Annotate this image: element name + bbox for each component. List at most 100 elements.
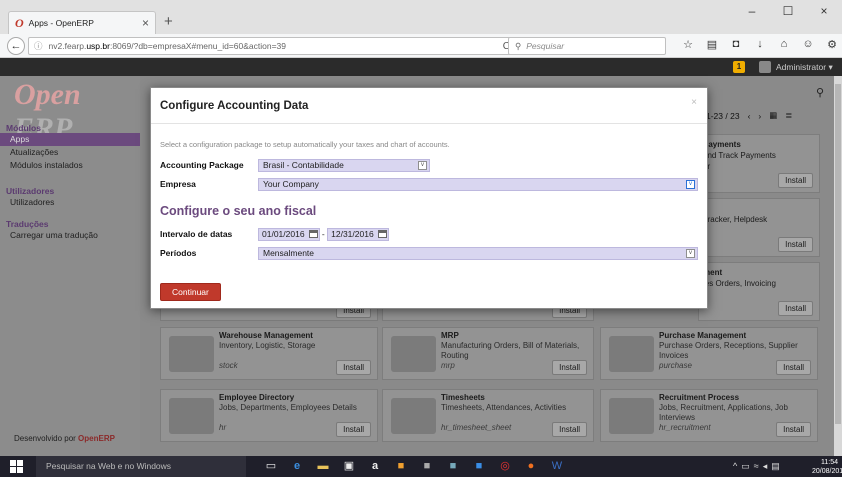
app-card-warehouse[interactable]: Warehouse Management Inventory, Logistic…: [160, 327, 378, 380]
app-card-tech-name: mrp: [441, 361, 455, 370]
openerp-link[interactable]: OpenERP: [78, 434, 115, 443]
app-icon[interactable]: ■: [414, 458, 440, 475]
calendar-icon[interactable]: [308, 230, 318, 238]
app-card-sales: ment les Orders, Invoicing Install: [698, 262, 820, 321]
battery-icon[interactable]: ▭: [741, 461, 754, 471]
configure-accounting-dialog: Configure Accounting Data × Select a con…: [150, 87, 708, 309]
sidebar-item-carregar-traducao[interactable]: Carregar uma tradução: [0, 229, 140, 242]
taskbar-search[interactable]: Pesquisar na Web e no Windows: [36, 456, 246, 477]
scrollbar-thumb[interactable]: [835, 84, 841, 424]
page-scrollbar[interactable]: [834, 76, 842, 456]
install-button[interactable]: Install: [336, 360, 371, 375]
empresa-select[interactable]: Your Company v: [258, 178, 698, 191]
kanban-view-icon[interactable]: ▦: [769, 110, 777, 121]
notifications-icon[interactable]: ▤: [771, 461, 784, 471]
continue-button[interactable]: Continuar: [160, 283, 221, 301]
site-info-icon[interactable]: ⓘ: [34, 40, 43, 52]
address-bar[interactable]: ⓘ nv2.fearp. usp.br:8069/?db=empresaX#men…: [28, 37, 516, 55]
tray-chevron-icon[interactable]: ^: [733, 461, 741, 471]
install-button[interactable]: Install: [778, 237, 813, 252]
dialog-close-icon[interactable]: ×: [691, 97, 697, 108]
app-card-tech-name: purchase: [659, 361, 692, 370]
back-button[interactable]: ←: [7, 37, 25, 55]
edge-icon[interactable]: e: [284, 458, 310, 475]
file-explorer-icon[interactable]: ▬: [310, 458, 336, 475]
app-card-recruitment[interactable]: Recruitment Process Jobs, Recruitment, A…: [600, 389, 818, 442]
amazon-icon[interactable]: a: [362, 458, 388, 475]
install-button[interactable]: Install: [552, 360, 587, 375]
notification-badge[interactable]: 1: [733, 61, 745, 73]
tab-close-icon[interactable]: ×: [142, 16, 149, 30]
taskbar-apps: ▭ e ▬ ▣ a ■ ■ ■ ■ ◎ ● W: [258, 458, 570, 475]
pocket-icon[interactable]: ◘: [724, 38, 748, 51]
app-card-desc: Jobs, Recruitment, Applications, Job Int…: [659, 403, 788, 422]
task-view-icon[interactable]: ▭: [258, 458, 284, 475]
bookmark-star-icon[interactable]: ☆: [676, 38, 700, 51]
sidebar-item-utilizadores[interactable]: Utilizadores: [0, 196, 140, 209]
app-card-timesheets[interactable]: Timesheets Timesheets, Attendances, Acti…: [382, 389, 594, 442]
word-icon[interactable]: W: [544, 458, 570, 475]
app-icon[interactable]: ■: [388, 458, 414, 475]
warehouse-crate-icon: [169, 336, 214, 372]
install-button[interactable]: Install: [776, 422, 811, 437]
empresa-row: Empresa Your Company v: [160, 178, 700, 192]
install-button[interactable]: Install: [336, 422, 371, 437]
pencil-paper-icon: [391, 398, 436, 434]
app-card-purchase[interactable]: Purchase Management Purchase Orders, Rec…: [600, 327, 818, 380]
firefox-icon[interactable]: ●: [518, 458, 544, 475]
volume-icon[interactable]: ◂: [763, 461, 772, 471]
drill-icon: [391, 336, 436, 372]
app-card-employees[interactable]: Employee Directory Jobs, Departments, Em…: [160, 389, 378, 442]
sidebar-item-modulos-instalados[interactable]: Módulos instalados: [0, 159, 140, 172]
search-icon[interactable]: ⚲: [816, 86, 824, 99]
periods-row: Períodos Mensalmente v: [160, 247, 700, 261]
wifi-icon[interactable]: ≈: [754, 461, 763, 471]
home-icon[interactable]: ⌂: [772, 38, 796, 51]
url-prefix: nv2.fearp.: [48, 41, 87, 51]
windows-start-icon[interactable]: [10, 460, 23, 473]
download-icon[interactable]: ↓: [748, 38, 772, 51]
reading-list-icon[interactable]: ▤: [700, 38, 724, 51]
date-to-input[interactable]: 12/31/2016: [327, 228, 389, 241]
pager-next-icon[interactable]: ›: [758, 111, 761, 121]
shopping-basket-icon: [609, 336, 654, 372]
date-from-input[interactable]: 01/01/2016: [258, 228, 320, 241]
install-button[interactable]: Install: [778, 301, 813, 316]
app-card-mrp[interactable]: MRP Manufacturing Orders, Bill of Materi…: [382, 327, 594, 380]
app-card-tech-name: hr_recruitment: [659, 423, 711, 432]
url-rest: :8069/?db=empresaX#menu_id=60&action=39: [109, 41, 286, 51]
window-close-icon[interactable]: ×: [806, 4, 842, 18]
accounting-package-select[interactable]: Brasil - Contabilidade v: [258, 159, 430, 172]
opera-icon[interactable]: ◎: [492, 458, 518, 475]
app-icon[interactable]: ■: [466, 458, 492, 475]
store-icon[interactable]: ▣: [336, 458, 362, 475]
new-tab-button[interactable]: +: [164, 13, 173, 30]
taskbar-clock[interactable]: 11:54 20/08/2016: [812, 458, 842, 476]
user-menu[interactable]: Administrator ▾: [776, 62, 833, 73]
app-icon[interactable]: ■: [440, 458, 466, 475]
app-card-desc: Inventory, Logistic, Storage: [219, 341, 316, 350]
user-avatar[interactable]: [759, 61, 771, 73]
app-card-title: Timesheets: [441, 393, 485, 402]
install-button[interactable]: Install: [552, 422, 587, 437]
install-button[interactable]: Install: [776, 360, 811, 375]
sidebar-heading: Módulos: [6, 123, 41, 133]
emoji-icon[interactable]: ☺: [796, 38, 820, 51]
browser-search-box[interactable]: ⚲ Pesquisar: [508, 37, 666, 55]
sidebar-item-apps[interactable]: Apps: [0, 133, 140, 146]
app-card-title: Payments: [703, 140, 741, 149]
date-range-fields: 01/01/2016 - 12/31/2016: [258, 228, 392, 241]
sidebar-heading: Traduções: [6, 219, 49, 229]
browser-tab[interactable]: O Apps - OpenERP ×: [8, 11, 156, 34]
minimize-icon[interactable]: –: [734, 4, 770, 18]
pager-prev-icon[interactable]: ‹: [748, 111, 751, 121]
sidebar-item-atualizacoes[interactable]: Atualizações: [0, 146, 140, 159]
install-button[interactable]: Install: [778, 173, 813, 188]
list-view-icon[interactable]: ≣: [785, 110, 792, 121]
browser-toolbar-icons: ☆ ▤ ◘ ↓ ⌂ ☺ ⚙ ≡: [676, 38, 842, 51]
maximize-icon[interactable]: ☐: [770, 4, 806, 18]
calendar-icon[interactable]: [377, 230, 387, 238]
addon-icon[interactable]: ⚙: [820, 38, 842, 51]
periods-select[interactable]: Mensalmente v: [258, 247, 698, 260]
app-card-desc: Timesheets, Attendances, Activities: [441, 403, 567, 412]
